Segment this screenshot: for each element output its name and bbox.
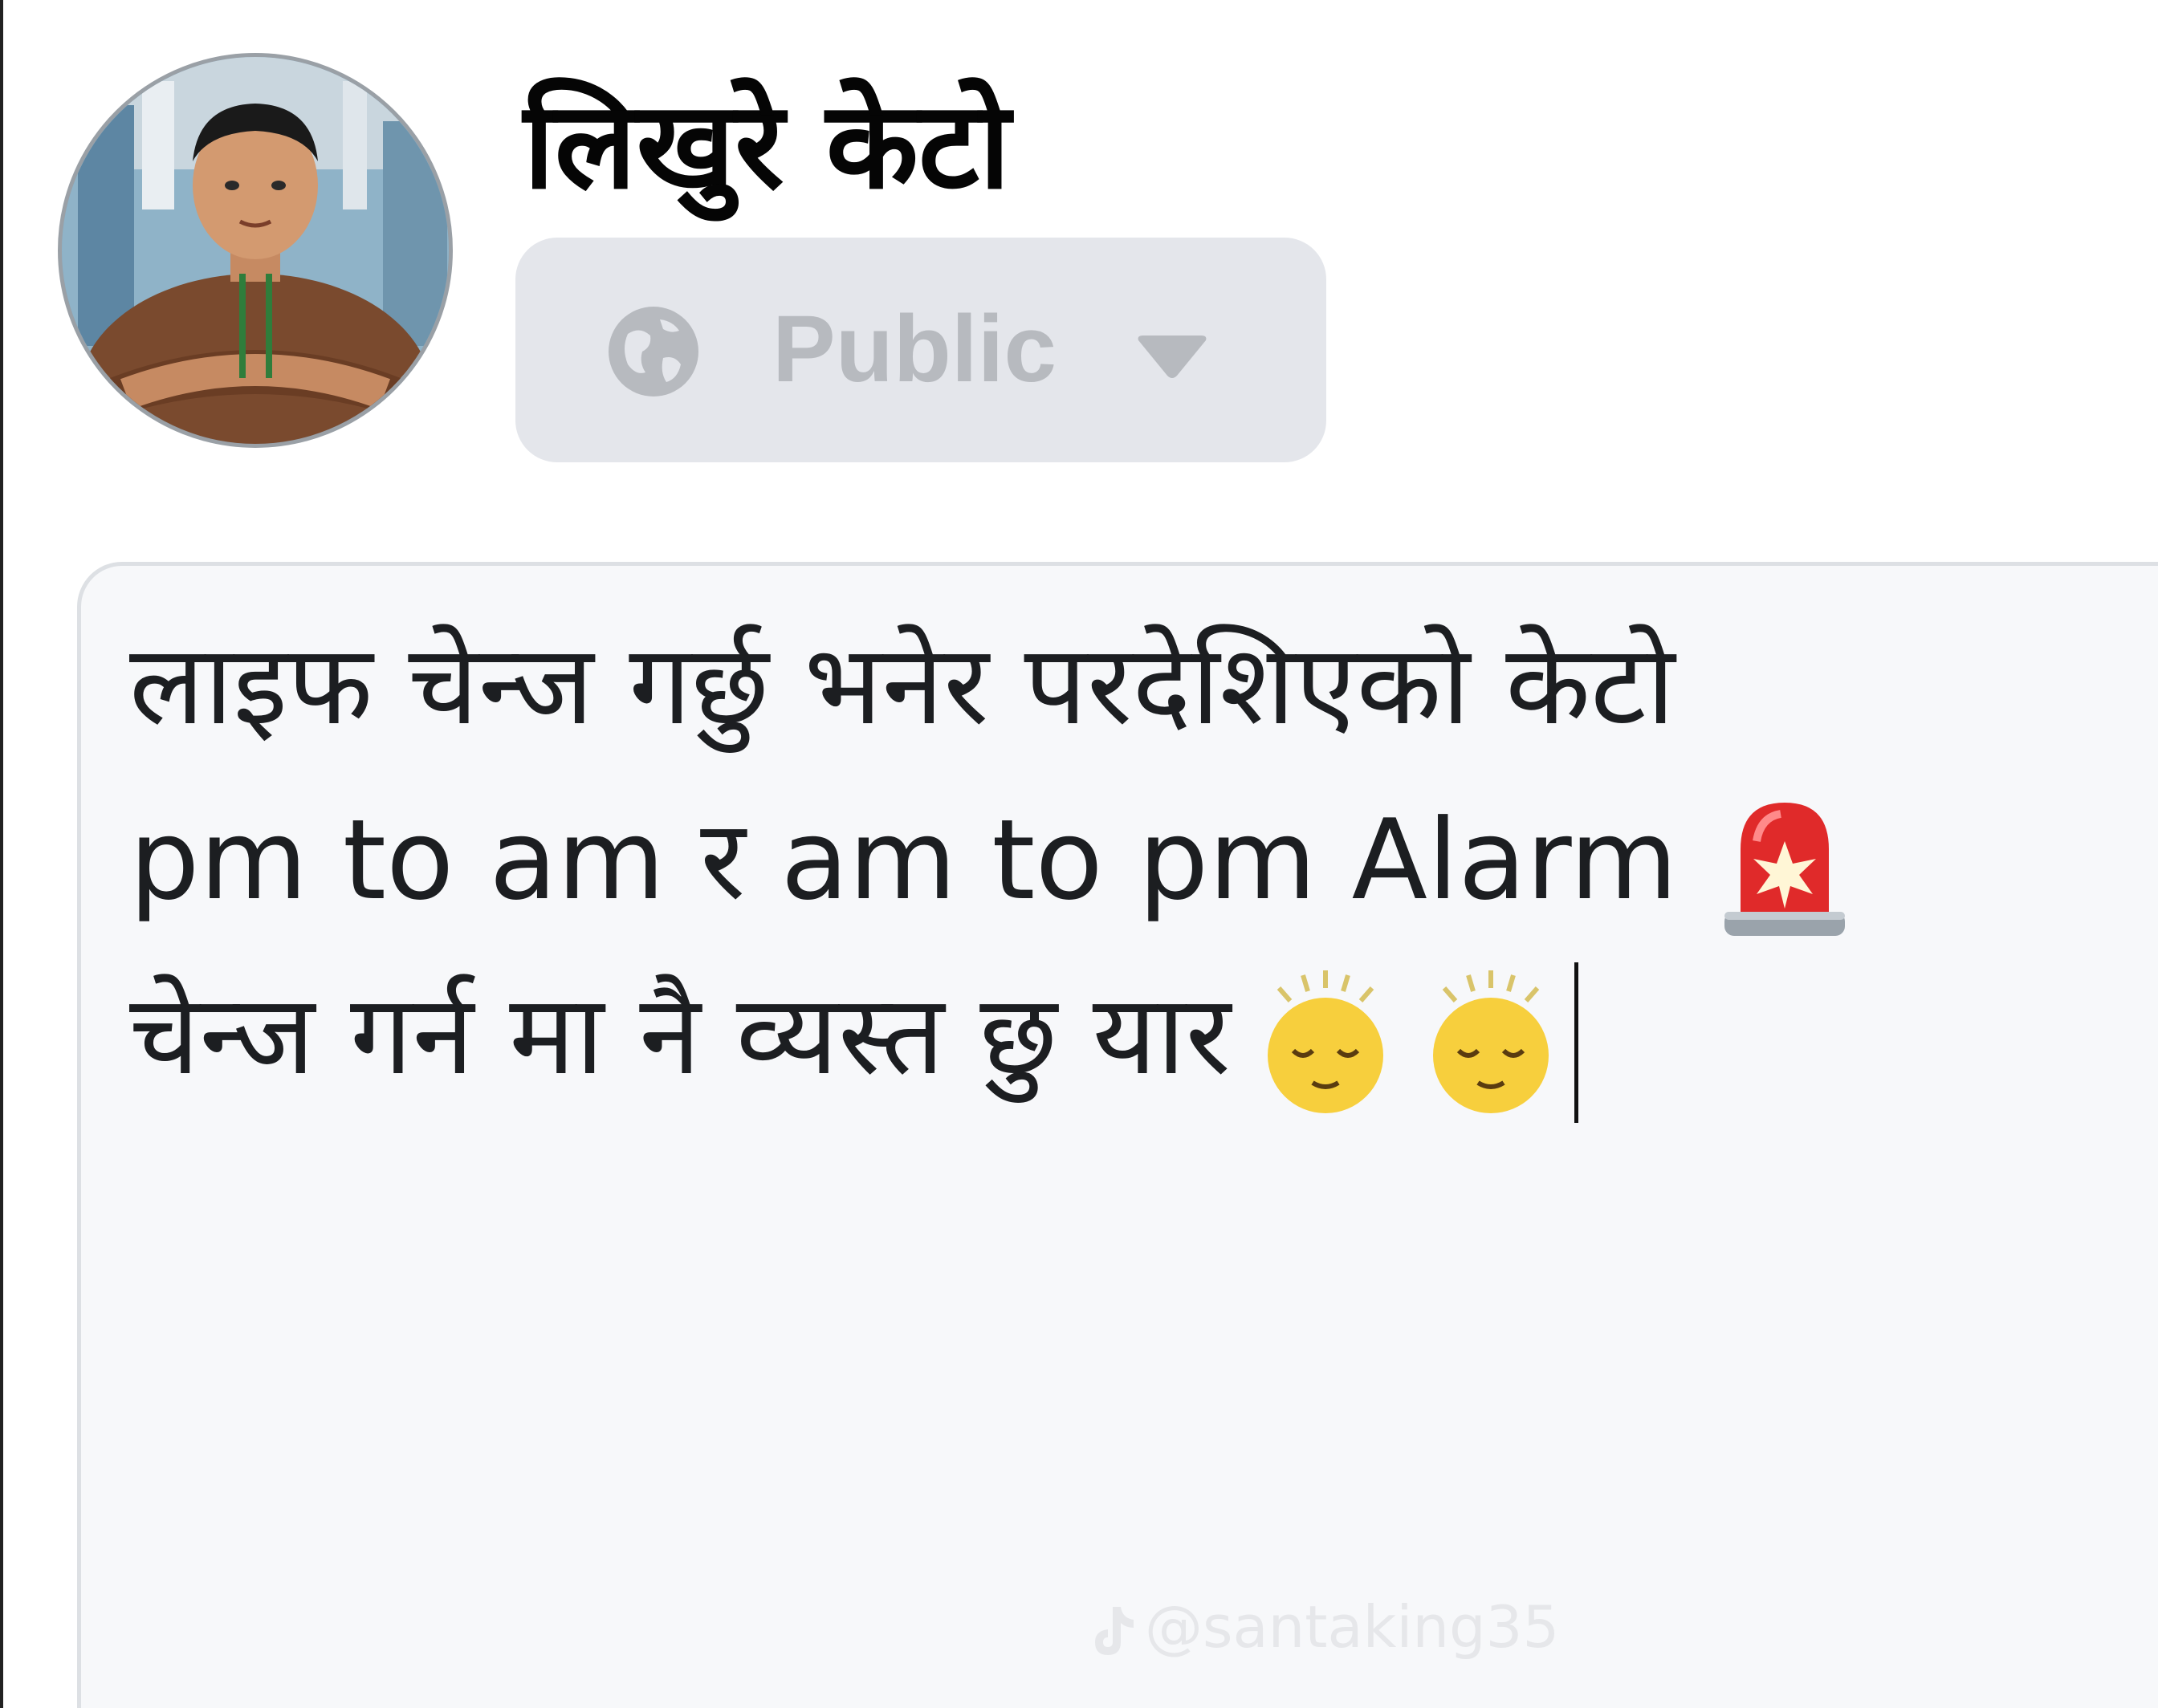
post-text: लाइफ चेन्ज गर्छु भनेर परदेशिएको केटो pm …	[129, 598, 2104, 1124]
post-text-line: pm to am र am to pm Alarm	[129, 773, 2104, 948]
text-cursor	[1574, 962, 1579, 1124]
post-composer-textarea[interactable]: लाइफ चेन्ज गर्छु भनेर परदेशिएको केटो pm …	[77, 562, 2158, 1708]
audience-label: Public	[772, 296, 1057, 402]
watermark-handle: @santaking35	[1145, 1593, 1560, 1661]
caret-down-icon	[1138, 336, 1207, 378]
tiktok-logo-icon	[1095, 1607, 1134, 1656]
globe-icon	[609, 307, 698, 396]
audience-selector-button[interactable]: Public	[515, 238, 1326, 462]
author-name: लिखुरे केटो	[523, 76, 1011, 216]
window-left-edge	[0, 0, 3, 1708]
relieved-face-emoji	[1268, 970, 1384, 1114]
relieved-face-emoji	[1433, 970, 1549, 1114]
avatar-photo	[62, 57, 449, 444]
post-text-line: चेन्ज गर्न मा नै व्यस्त छु यार	[129, 948, 2104, 1124]
watermark: @santaking35	[1085, 1591, 1559, 1663]
police-car-light-emoji	[1724, 803, 1845, 937]
post-text-line: लाइफ चेन्ज गर्छु भनेर परदेशिएको केटो	[129, 620, 1676, 750]
avatar[interactable]	[58, 53, 453, 448]
